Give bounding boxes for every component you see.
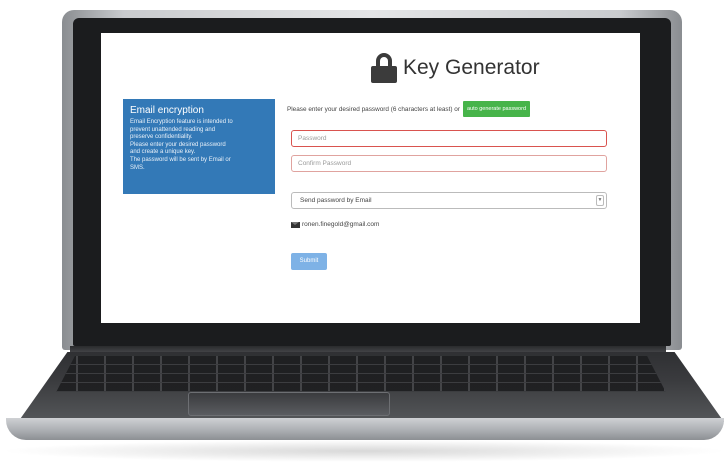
email-display: ronen.finegold@gmail.com: [291, 221, 379, 228]
email-address: ronen.finegold@gmail.com: [302, 221, 380, 228]
password-instructions: Please enter your desired password (6 ch…: [287, 101, 530, 117]
info-panel-text: Email Encryption feature is intended to …: [130, 119, 268, 172]
auto-generate-button[interactable]: auto generate password: [462, 101, 530, 117]
send-method-value: Send password by Email: [300, 197, 372, 204]
info-line: prevent unattended reading and: [130, 126, 216, 133]
info-line: Email Encryption feature is intended to: [130, 119, 233, 125]
info-panel: Email encryption Email Encryption featur…: [123, 99, 275, 194]
password-input[interactable]: Password: [291, 130, 607, 147]
send-method-select[interactable]: Send password by Email ▼: [291, 192, 607, 209]
info-line: and create a unique key.: [130, 149, 196, 156]
chevron-down-icon[interactable]: ▼: [596, 195, 604, 206]
info-line: The password will be sent by Email or: [130, 156, 231, 163]
laptop-front-edge: [6, 418, 724, 440]
laptop-keyboard-rows: [56, 356, 666, 392]
laptop-shadow: [0, 440, 728, 462]
envelope-icon: [291, 221, 300, 228]
laptop-screen: Key Generator Email encryption Email Enc…: [101, 33, 640, 323]
info-line: preserve confidentiality.: [130, 134, 193, 141]
page-title: Key Generator: [403, 56, 540, 79]
confirm-password-input[interactable]: Confirm Password: [291, 155, 607, 172]
info-line: Please enter your desired password: [130, 141, 226, 148]
submit-button[interactable]: Submit: [291, 253, 327, 270]
lock-icon: [371, 53, 397, 83]
info-line: SMS.: [130, 164, 145, 171]
page-header: Key Generator: [371, 51, 540, 85]
instructions-text: Please enter your desired password (6 ch…: [287, 105, 460, 113]
info-panel-title: Email encryption: [130, 105, 204, 116]
laptop-trackpad: [188, 392, 390, 416]
